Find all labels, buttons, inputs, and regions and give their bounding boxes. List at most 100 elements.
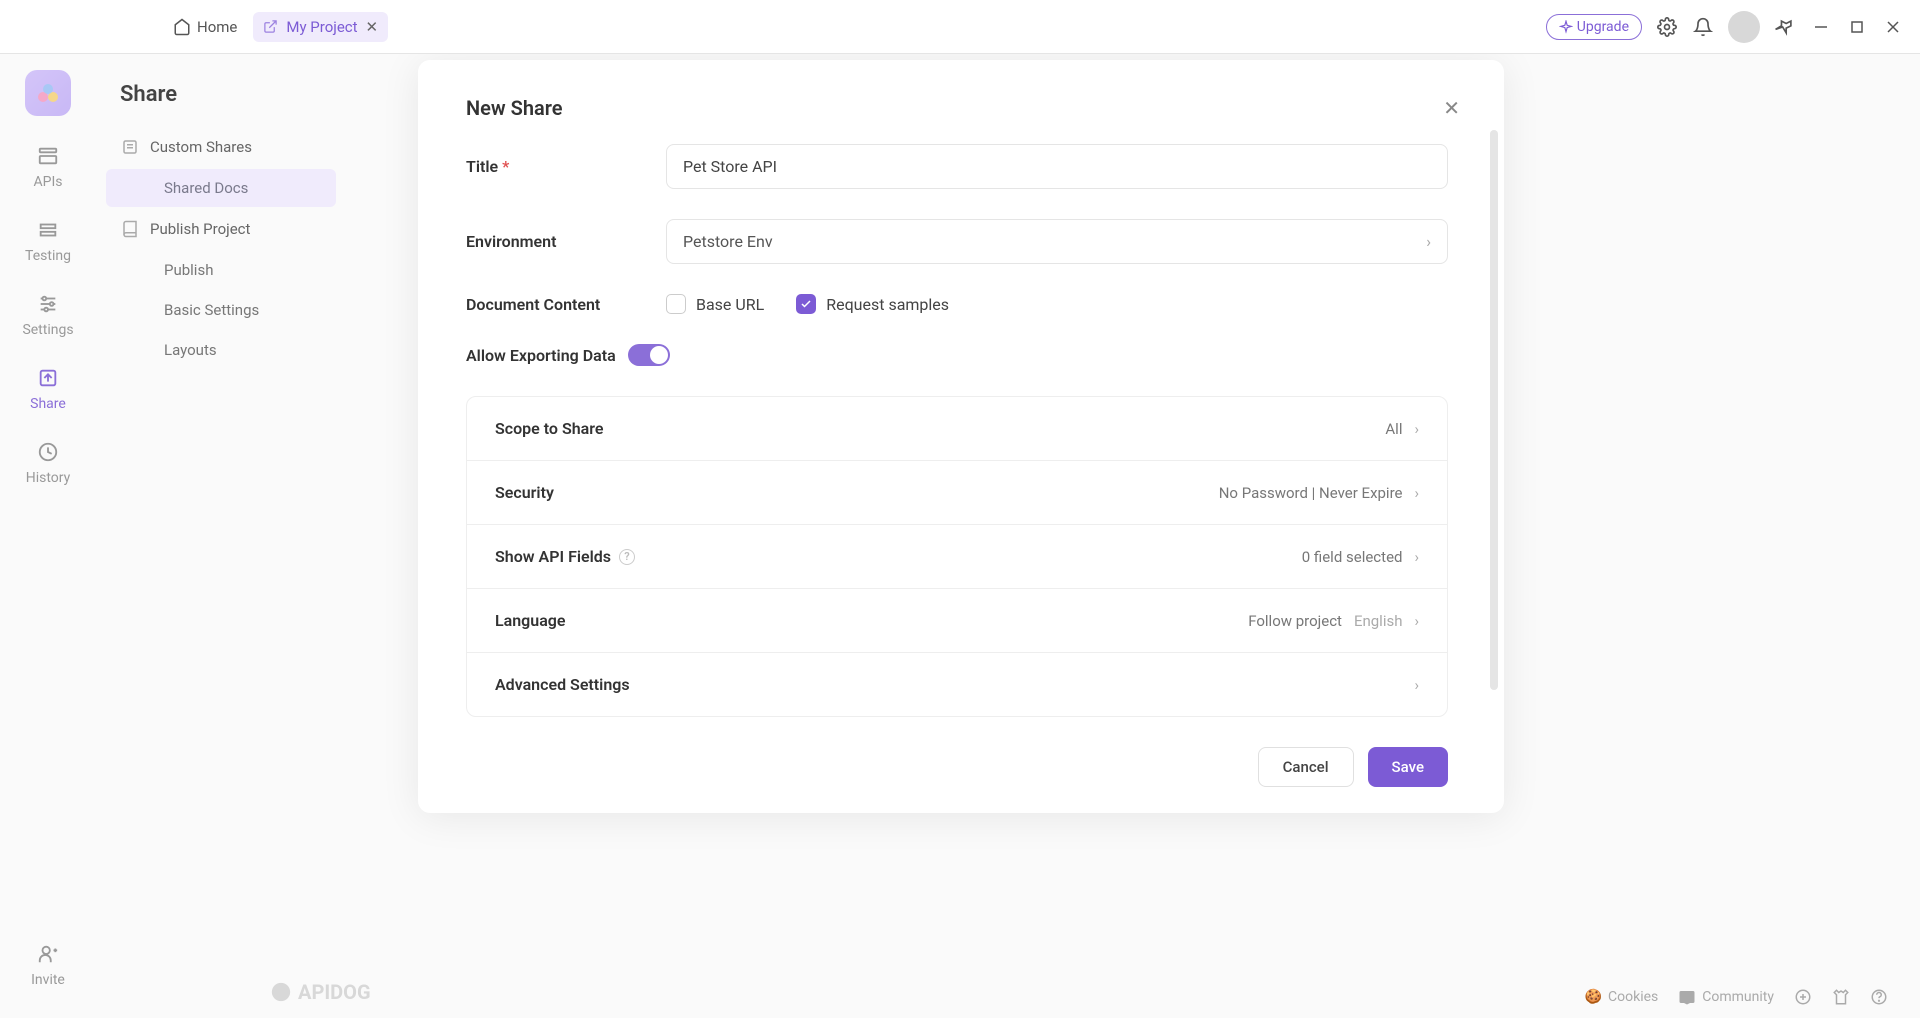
- sparkle-icon: [1559, 20, 1573, 34]
- setting-scope[interactable]: Scope to Share All›: [467, 397, 1447, 460]
- footer-cookies[interactable]: 🍪 Cookies: [1585, 989, 1659, 1005]
- app-header: Home My Project ✕ Upgrade: [0, 0, 1920, 54]
- gear-icon[interactable]: [1656, 16, 1678, 38]
- header-right: Upgrade: [1546, 11, 1904, 43]
- side-publish-project[interactable]: Publish Project: [96, 209, 346, 249]
- modal-scrollbar[interactable]: [1490, 130, 1498, 723]
- label-doc-content: Document Content: [466, 295, 666, 314]
- rail-testing[interactable]: Testing: [25, 218, 71, 264]
- chevron-right-icon: ›: [1414, 420, 1419, 438]
- row-doc-content: Document Content Base URL Request sample…: [466, 294, 1448, 314]
- checkbox-base-url[interactable]: Base URL: [666, 294, 764, 314]
- user-plus-icon: [36, 942, 60, 966]
- maximize-icon[interactable]: [1846, 16, 1868, 38]
- side-shared-docs[interactable]: Shared Docs: [106, 169, 336, 207]
- row-title: Title*: [466, 144, 1448, 189]
- bell-icon[interactable]: [1692, 16, 1714, 38]
- rail-history[interactable]: History: [26, 440, 71, 486]
- chevron-right-icon: ›: [1414, 484, 1419, 502]
- pin-icon[interactable]: [1774, 16, 1796, 38]
- environment-value: Petstore Env: [683, 232, 773, 251]
- scrollbar-thumb[interactable]: [1490, 130, 1498, 690]
- footer-community[interactable]: Community: [1678, 988, 1774, 1006]
- setting-advanced[interactable]: Advanced Settings ›: [467, 652, 1447, 716]
- rail-settings-label: Settings: [22, 322, 73, 338]
- side-publish[interactable]: Publish: [106, 251, 336, 289]
- footer-plus-icon[interactable]: [1794, 988, 1812, 1006]
- checkbox-icon: [666, 294, 686, 314]
- brand-watermark: APIDOG: [270, 980, 371, 1004]
- rail-share-label: Share: [30, 396, 66, 412]
- tab-home-label: Home: [197, 18, 237, 36]
- tab-close-icon[interactable]: ✕: [366, 18, 379, 36]
- modal-close-icon[interactable]: ✕: [1443, 96, 1460, 120]
- avatar[interactable]: [1728, 11, 1760, 43]
- rail-share[interactable]: Share: [30, 366, 66, 412]
- tab-project[interactable]: My Project ✕: [253, 12, 388, 42]
- tabs-area: Home My Project ✕: [161, 12, 388, 42]
- tab-project-label: My Project: [286, 18, 357, 36]
- minimize-icon[interactable]: [1810, 16, 1832, 38]
- database-icon: [36, 144, 60, 168]
- environment-select[interactable]: Petstore Env ›: [666, 219, 1448, 264]
- setting-scope-label: Scope to Share: [495, 419, 603, 438]
- rail-apis[interactable]: APIs: [34, 144, 63, 190]
- share-icon: [36, 366, 60, 390]
- setting-language[interactable]: Language Follow projectEnglish›: [467, 588, 1447, 652]
- side-shared-docs-label: Shared Docs: [164, 179, 248, 197]
- label-export: Allow Exporting Data: [466, 346, 616, 365]
- rail-apis-label: APIs: [34, 174, 63, 190]
- sliders-icon: [36, 292, 60, 316]
- list-icon: [120, 137, 140, 157]
- new-share-modal: New Share ✕ Title* Environment Petstore …: [418, 60, 1504, 813]
- upgrade-button[interactable]: Upgrade: [1546, 14, 1642, 40]
- upgrade-label: Upgrade: [1577, 19, 1629, 35]
- checkbox-request-samples[interactable]: Request samples: [796, 294, 949, 314]
- title-input[interactable]: [666, 144, 1448, 189]
- settings-card: Scope to Share All› Security No Password…: [466, 396, 1448, 717]
- checkbox-checked-icon: [796, 294, 816, 314]
- clock-icon: [36, 440, 60, 464]
- rail-history-label: History: [26, 470, 71, 486]
- testing-icon: [36, 218, 60, 242]
- cancel-button[interactable]: Cancel: [1258, 747, 1354, 787]
- checkbox-request-samples-label: Request samples: [826, 295, 949, 314]
- app-logo[interactable]: [25, 70, 71, 116]
- rail-invite[interactable]: Invite: [31, 942, 65, 988]
- rail-testing-label: Testing: [25, 248, 71, 264]
- side-panel: Share Custom Shares Shared Docs Publish …: [96, 54, 346, 1018]
- modal-title: New Share: [466, 96, 1456, 120]
- setting-api-fields[interactable]: Show API Fields? 0 field selected›: [467, 524, 1447, 588]
- side-publish-project-label: Publish Project: [150, 220, 250, 238]
- rail-settings[interactable]: Settings: [22, 292, 73, 338]
- footer-shirt-icon[interactable]: [1832, 988, 1850, 1006]
- book-icon: [120, 219, 140, 239]
- side-layouts[interactable]: Layouts: [106, 331, 336, 369]
- side-basic-settings[interactable]: Basic Settings: [106, 291, 336, 329]
- home-icon: [173, 18, 191, 36]
- label-environment: Environment: [466, 232, 666, 251]
- modal-footer: Cancel Save: [466, 747, 1448, 787]
- tab-home[interactable]: Home: [161, 12, 249, 42]
- chevron-right-icon: ›: [1414, 612, 1419, 630]
- setting-api-fields-label: Show API Fields?: [495, 547, 635, 566]
- checkbox-base-url-label: Base URL: [696, 295, 764, 314]
- chevron-right-icon: ›: [1414, 548, 1419, 566]
- label-title: Title*: [466, 157, 666, 176]
- side-custom-shares[interactable]: Custom Shares: [96, 127, 346, 167]
- discord-icon: [1678, 988, 1696, 1006]
- page-title: Share: [96, 74, 346, 127]
- chevron-right-icon: ›: [1414, 676, 1419, 694]
- setting-security-label: Security: [495, 483, 554, 502]
- cookie-icon: 🍪: [1585, 989, 1602, 1005]
- footer-help-icon[interactable]: [1870, 988, 1888, 1006]
- footer-bar: 🍪 Cookies Community: [1573, 976, 1900, 1018]
- close-icon[interactable]: [1882, 16, 1904, 38]
- rail-invite-label: Invite: [31, 972, 65, 988]
- setting-language-label: Language: [495, 611, 566, 630]
- nav-rail: APIs Testing Settings Share History Invi…: [0, 54, 96, 1018]
- setting-security[interactable]: Security No Password | Never Expire›: [467, 460, 1447, 524]
- export-toggle[interactable]: [628, 344, 670, 366]
- save-button[interactable]: Save: [1368, 747, 1448, 787]
- external-link-icon: [263, 19, 278, 34]
